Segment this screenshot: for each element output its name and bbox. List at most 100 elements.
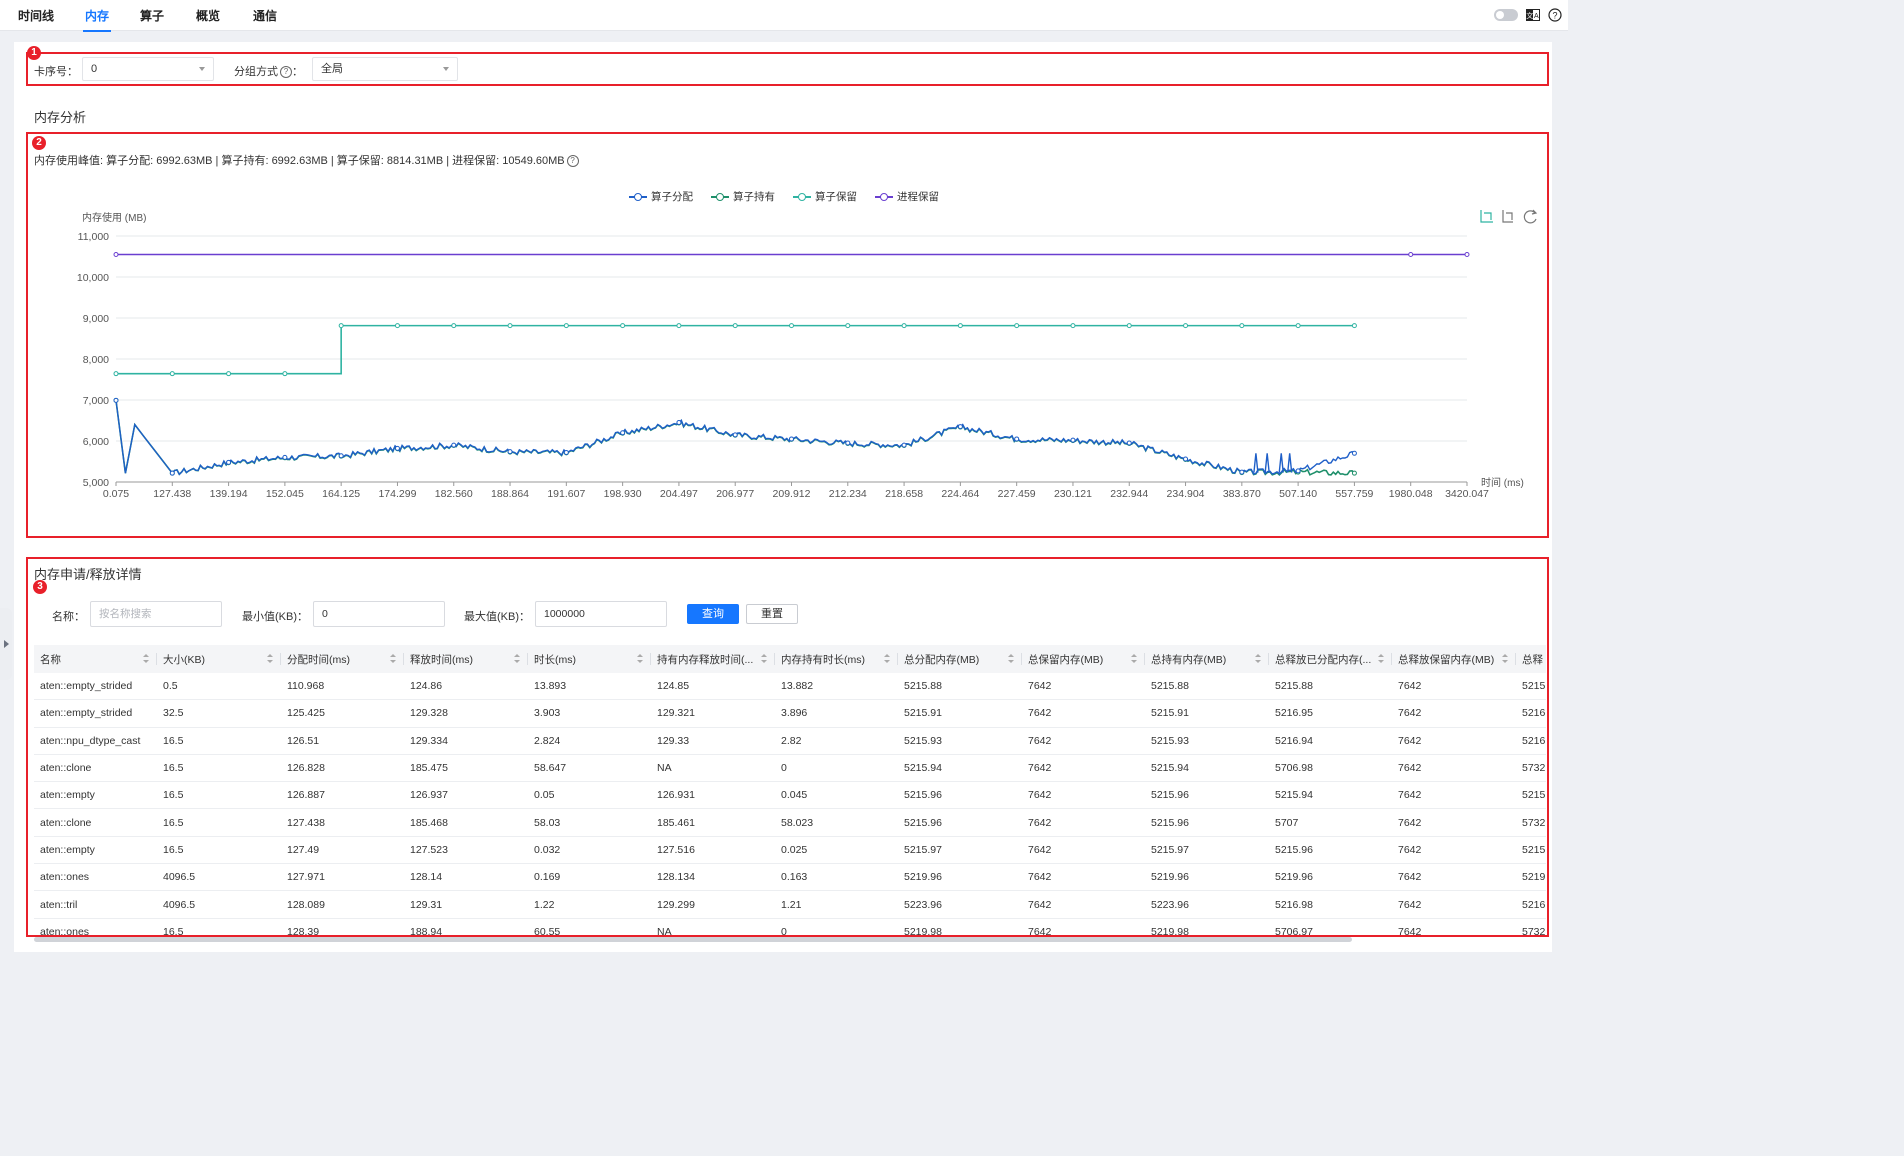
sort-icon[interactable] bbox=[514, 654, 520, 664]
help-icon[interactable]: ? bbox=[566, 155, 579, 167]
max-value-input[interactable]: 1000000 bbox=[535, 601, 667, 627]
theme-toggle[interactable] bbox=[1494, 9, 1518, 21]
legend-label: 算子分配 bbox=[651, 191, 693, 203]
column-header[interactable]: 名称 bbox=[34, 645, 157, 673]
legend-item-alloc[interactable]: 算子分配 bbox=[629, 189, 693, 204]
legend-item-reserve[interactable]: 算子保留 bbox=[793, 189, 857, 204]
sort-icon[interactable] bbox=[761, 654, 767, 664]
sort-icon[interactable] bbox=[1131, 654, 1137, 664]
table-cell: 5223.96 bbox=[1145, 890, 1269, 919]
column-header[interactable]: 时长(ms) bbox=[528, 645, 651, 673]
table-cell: 7642 bbox=[1022, 727, 1145, 755]
column-header-label: 持有内存释放时间(... bbox=[657, 653, 754, 666]
table-cell: aten::empty_strided bbox=[34, 699, 157, 728]
sort-icon[interactable] bbox=[267, 654, 273, 664]
table-cell: 0 bbox=[775, 754, 898, 783]
table-cell: 126.931 bbox=[651, 781, 775, 810]
table-row[interactable]: aten::clone 16.5 127.438 185.468 58.03 185.46… bbox=[34, 808, 1546, 837]
table-cell: 0.05 bbox=[528, 781, 651, 810]
column-header-label: 总释放保留内存(MB) bbox=[1398, 653, 1495, 666]
legend-item-process[interactable]: 进程保留 bbox=[875, 189, 939, 204]
column-header[interactable]: 释放时间(ms) bbox=[404, 645, 528, 673]
table-cell: 7642 bbox=[1022, 808, 1145, 837]
sort-icon[interactable] bbox=[1008, 654, 1014, 664]
tab-overview[interactable]: 概览 bbox=[196, 7, 220, 24]
tab-memory[interactable]: 内存 bbox=[82, 7, 112, 32]
table-cell: 5215.91 bbox=[898, 699, 1022, 728]
table-cell: 4096.5 bbox=[157, 863, 281, 892]
sidebar-expand-handle[interactable] bbox=[0, 608, 12, 680]
table-row[interactable]: aten::npu_dtype_cast 16.5 126.51 129.334 2.8… bbox=[34, 727, 1546, 755]
column-header[interactable]: 持有内存释放时间(... bbox=[651, 645, 775, 673]
column-header[interactable]: 分配时间(ms) bbox=[281, 645, 404, 673]
table-cell: 5215.88 bbox=[898, 673, 1022, 701]
column-header[interactable]: 总分配内存(MB) bbox=[898, 645, 1022, 673]
table-cell: 5706.97 bbox=[1269, 918, 1392, 937]
group-select[interactable]: 全局 bbox=[312, 57, 458, 81]
table-row[interactable]: aten::empty_strided 0.5 110.968 124.86 13.89… bbox=[34, 673, 1546, 701]
table-row[interactable]: aten::ones 16.5 128.39 188.94 60.55 NA 0 5219.9… bbox=[34, 918, 1546, 937]
column-header-label: 分配时间(ms) bbox=[287, 653, 350, 666]
sort-icon[interactable] bbox=[1502, 654, 1508, 664]
tab-communication[interactable]: 通信 bbox=[253, 7, 277, 24]
horizontal-scrollbar[interactable] bbox=[34, 937, 1352, 942]
sort-icon[interactable] bbox=[1255, 654, 1261, 664]
sort-icon[interactable] bbox=[143, 654, 149, 664]
table-cell: 3.903 bbox=[528, 699, 651, 728]
table-cell: 58.03 bbox=[528, 808, 651, 837]
tab-operator[interactable]: 算子 bbox=[140, 7, 164, 24]
sort-icon[interactable] bbox=[390, 654, 396, 664]
table-cell: aten::ones bbox=[34, 863, 157, 892]
column-header[interactable]: 总释放已分配内存(... bbox=[1269, 645, 1392, 673]
table-cell: 16.5 bbox=[157, 754, 281, 783]
group-select-value: 全局 bbox=[321, 63, 343, 75]
query-button[interactable]: 查询 bbox=[687, 604, 739, 624]
table-row[interactable]: aten::empty_strided 32.5 125.425 129.328 3.9… bbox=[34, 699, 1546, 728]
column-header-label: 总分配内存(MB) bbox=[904, 653, 980, 666]
reset-button[interactable]: 重置 bbox=[746, 604, 798, 624]
table-row[interactable]: aten::empty 16.5 126.887 126.937 0.05 126.931… bbox=[34, 781, 1546, 810]
column-header[interactable]: 大小(KB) bbox=[157, 645, 281, 673]
svg-text:?: ? bbox=[1552, 10, 1557, 20]
language-icon[interactable]: 文 A bbox=[1526, 8, 1540, 22]
table-cell: 0.163 bbox=[775, 863, 898, 892]
name-search-input[interactable]: 按名称搜索 bbox=[90, 601, 222, 627]
chart-legend: 算子分配 算子持有 算子保留 进程保留 bbox=[0, 189, 1568, 204]
sort-icon[interactable] bbox=[884, 654, 890, 664]
tab-timeline[interactable]: 时间线 bbox=[18, 7, 54, 24]
min-value-input[interactable]: 0 bbox=[313, 601, 445, 627]
table-row[interactable]: aten::ones 4096.5 127.971 128.14 0.169 128.13… bbox=[34, 863, 1546, 892]
card-select[interactable]: 0 bbox=[82, 57, 214, 81]
column-header-label: 总保留内存(MB) bbox=[1028, 653, 1104, 666]
table-cell: 5732 bbox=[1516, 808, 1546, 837]
table-row[interactable]: aten::tril 4096.5 128.089 129.31 1.22 129.299… bbox=[34, 890, 1546, 919]
legend-item-hold[interactable]: 算子持有 bbox=[711, 189, 775, 204]
table-cell: 124.85 bbox=[651, 673, 775, 701]
column-header[interactable]: 总保留内存(MB) bbox=[1022, 645, 1145, 673]
table-cell: 5215.96 bbox=[898, 781, 1022, 810]
table-cell: 5215.94 bbox=[1269, 781, 1392, 810]
help-icon[interactable]: ? bbox=[1548, 8, 1562, 22]
column-header-label: 时长(ms) bbox=[534, 653, 576, 666]
table-cell: 5215.94 bbox=[1145, 754, 1269, 783]
table-cell: 5707 bbox=[1269, 808, 1392, 837]
table-cell: 0 bbox=[775, 918, 898, 937]
table-cell: aten::clone bbox=[34, 754, 157, 783]
svg-text:A: A bbox=[1534, 13, 1539, 20]
table-cell: 4096.5 bbox=[157, 890, 281, 919]
column-header[interactable]: 总持有内存(MB) bbox=[1145, 645, 1269, 673]
column-header[interactable]: 总释放保留内存(MB) bbox=[1392, 645, 1516, 673]
table-row[interactable]: aten::empty 16.5 127.49 127.523 0.032 127.516… bbox=[34, 836, 1546, 865]
column-header[interactable]: 内存持有时长(ms) bbox=[775, 645, 898, 673]
table-row[interactable]: aten::clone 16.5 126.828 185.475 58.647 NA 0 52… bbox=[34, 754, 1546, 783]
table-cell: 185.475 bbox=[404, 754, 528, 783]
column-header[interactable]: 总释 bbox=[1516, 645, 1546, 673]
sort-icon[interactable] bbox=[637, 654, 643, 664]
chevron-down-icon bbox=[199, 67, 205, 71]
table-cell: 185.461 bbox=[651, 808, 775, 837]
table-cell: 0.045 bbox=[775, 781, 898, 810]
legend-marker bbox=[875, 192, 893, 202]
table-cell: 5215.93 bbox=[1145, 727, 1269, 755]
help-icon[interactable]: ? bbox=[280, 66, 292, 78]
sort-icon[interactable] bbox=[1378, 654, 1384, 664]
